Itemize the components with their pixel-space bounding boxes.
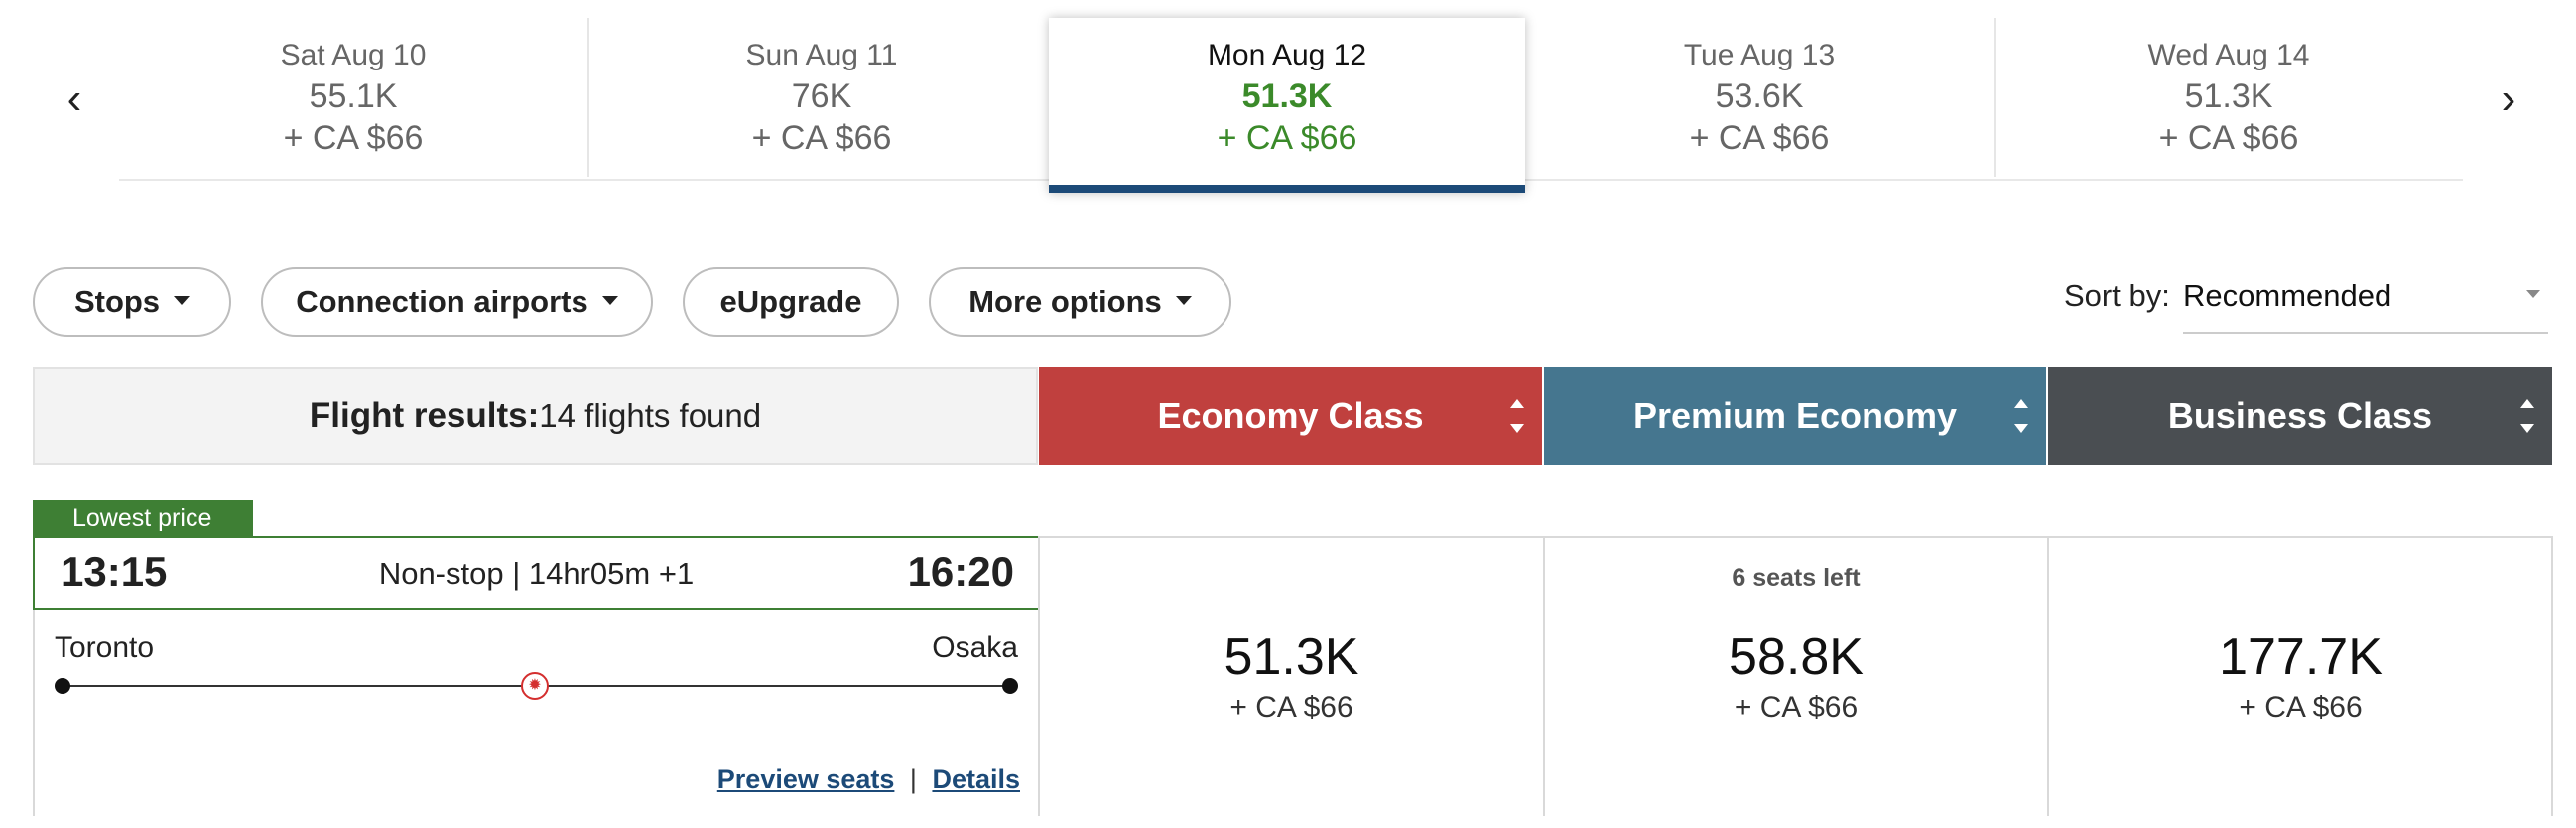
date-label: Sun Aug 11 [745,39,898,71]
sort-value: Recommended [2183,278,2392,313]
fare-points: 58.8K [1729,628,1864,686]
eupgrade-filter-button[interactable]: eUpgrade [683,267,899,337]
caret-down-icon [2526,290,2540,298]
caret-down-icon [174,295,191,305]
seats-left: 6 seats left [1732,564,1861,592]
preview-seats-link[interactable]: Preview seats [717,764,895,794]
sort-arrows-icon [1510,399,1524,433]
date-fee: + CA $66 [751,119,892,157]
more-options-label: More options [968,284,1162,319]
date-fee: + CA $66 [283,119,424,157]
date-option-sun-aug-11[interactable]: Sun Aug 11 76K + CA $66 [587,18,1058,177]
origin-dot [55,678,70,694]
fare-points: 51.3K [1224,628,1359,686]
fare-premium-economy[interactable]: 6 seats left 58.8K + CA $66 [1545,536,2047,816]
flight-results-count: 14 flights found [539,397,762,434]
connection-airports-label: Connection airports [296,284,588,319]
stops-filter-label: Stops [73,284,161,319]
cabin-header-premium-economy[interactable]: Premium Economy [1544,367,2046,465]
sort-select[interactable]: Recommended [2183,266,2548,334]
chevron-right-icon[interactable]: › [2479,69,2538,129]
sort-arrows-icon [2014,399,2028,433]
fare-points: 177.7K [2219,628,2383,686]
date-points: 51.3K [2184,77,2273,115]
origin-city: Toronto [55,631,155,664]
flight-times-row: 13:15 Non-stop | 14hr05m +1 16:20 [33,536,1040,610]
date-points: 53.6K [1715,77,1804,115]
arrival-time: 16:20 [907,548,1014,595]
sort-label: Sort by: [2064,278,2170,313]
connection-airports-filter-button[interactable]: Connection airports [261,267,653,337]
caret-down-icon [601,295,618,305]
date-fee: + CA $66 [1217,119,1357,157]
date-carousel: ‹ Sat Aug 10 55.1K + CA $66 Sun Aug 11 7… [0,0,2576,193]
fare-economy[interactable]: 51.3K + CA $66 [1040,536,1543,816]
date-label: Sat Aug 10 [280,39,427,71]
cabin-name: Business Class [2167,395,2433,436]
date-option-mon-aug-12-selected[interactable]: Mon Aug 12 51.3K + CA $66 [1049,18,1525,193]
date-label: Wed Aug 14 [2147,39,2310,71]
stops-filter-button[interactable]: Stops [33,267,231,337]
date-option-tue-aug-13[interactable]: Tue Aug 13 53.6K + CA $66 [1525,18,1996,177]
flight-results-label: Flight results: [309,396,540,435]
details-link[interactable]: Details [932,764,1020,794]
date-label: Tue Aug 13 [1683,39,1836,71]
date-fee: + CA $66 [1689,119,1830,157]
date-option-wed-aug-14[interactable]: Wed Aug 14 51.3K + CA $66 [1995,18,2463,177]
fare-business[interactable]: 177.7K + CA $66 [2049,536,2552,816]
cabin-header-economy[interactable]: Economy Class [1039,367,1542,465]
flight-results-header: Flight results: 14 flights found [33,367,1038,465]
date-points: 51.3K [1241,77,1333,115]
fare-fee: + CA $66 [2239,691,2363,724]
destination-dot [1002,678,1018,694]
date-points: 76K [791,77,852,115]
caret-down-icon [1175,295,1192,305]
cabin-name: Premium Economy [1632,395,1958,436]
flight-summary: Non-stop | 14hr05m +1 [378,556,695,591]
sort-arrows-icon [2520,399,2534,433]
date-option-sat-aug-10[interactable]: Sat Aug 10 55.1K + CA $66 [119,18,589,177]
flight-links: Preview seats | Details [717,764,1020,795]
eupgrade-label: eUpgrade [719,284,862,319]
date-list: Sat Aug 10 55.1K + CA $66 Sun Aug 11 76K… [119,18,2463,193]
link-separator: | [909,764,917,794]
destination-city: Osaka [932,631,1018,664]
date-points: 55.1K [309,77,398,115]
fare-fee: + CA $66 [1229,691,1353,724]
lowest-price-badge: Lowest price [33,500,253,536]
maple-leaf-icon: ✹ [521,672,549,700]
fare-fee: + CA $66 [1734,691,1859,724]
cabin-header-business[interactable]: Business Class [2048,367,2552,465]
chevron-left-icon[interactable]: ‹ [45,69,104,129]
cabin-name: Economy Class [1157,395,1424,436]
date-fee: + CA $66 [2158,119,2299,157]
date-label: Mon Aug 12 [1207,39,1367,71]
more-options-button[interactable]: More options [929,267,1231,337]
